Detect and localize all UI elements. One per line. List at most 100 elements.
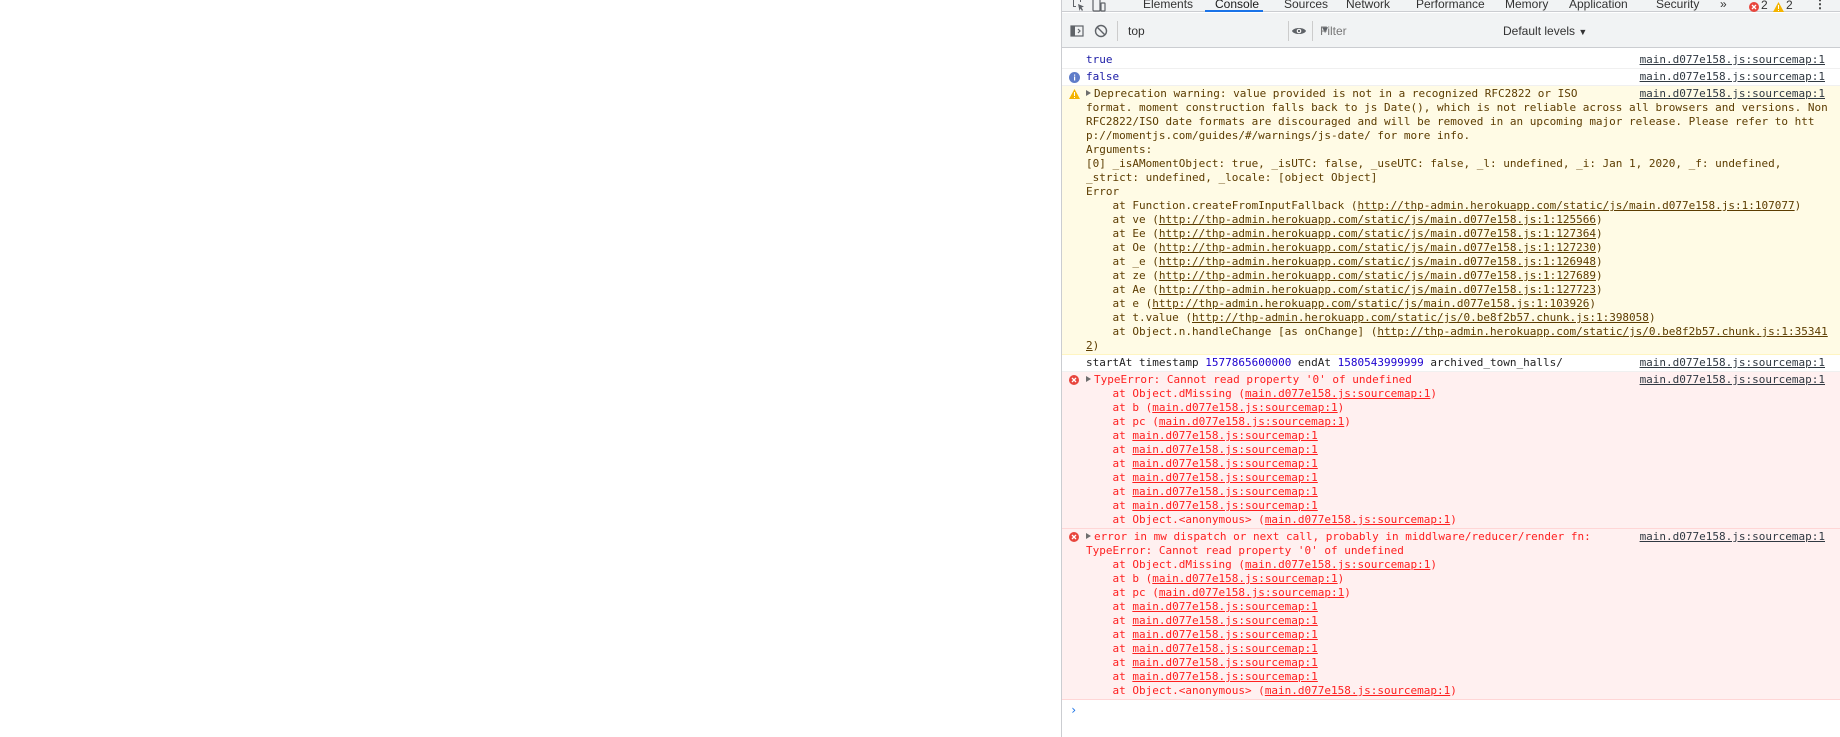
stack-frame-link[interactable]: 2 (1086, 339, 1093, 352)
filter-input[interactable] (1318, 20, 1494, 42)
stack-frame-link[interactable]: http://thp-admin.herokuapp.com/static/js… (1152, 297, 1589, 310)
stack-frame: at Object.<anonymous> (main.d077e158.js:… (1086, 684, 1819, 698)
warning-count[interactable]: 2 (1786, 0, 1793, 12)
tab-network[interactable]: Network (1346, 0, 1390, 12)
tab-memory[interactable]: Memory (1505, 0, 1548, 12)
stack-frame-link[interactable]: http://thp-admin.herokuapp.com/static/js… (1159, 241, 1596, 254)
chevron-down-icon: ▼ (1578, 27, 1588, 37)
console-message-log[interactable]: main.d077e158.js:sourcemap:1 true (1062, 52, 1840, 69)
device-toolbar-icon[interactable] (1092, 0, 1106, 12)
stack-frame-link[interactable]: main.d077e158.js:sourcemap:1 (1132, 499, 1317, 512)
stack-frame: at main.d077e158.js:sourcemap:1 (1086, 457, 1819, 471)
stack-frame-close: ) (1337, 572, 1345, 585)
stack-frame-function: at Oe ( (1086, 241, 1159, 254)
stack-frame-function: at (1086, 628, 1133, 641)
stack-frame-link[interactable]: http://thp-admin.herokuapp.com/static/js… (1159, 213, 1596, 226)
stack-frame-link[interactable]: http://thp-admin.herokuapp.com/static/js… (1192, 311, 1649, 324)
stack-frame-close: ) (1595, 269, 1603, 282)
stack-frame-link[interactable]: main.d077e158.js:sourcemap:1 (1132, 457, 1317, 470)
error-icon (1069, 532, 1079, 542)
expand-triangle-icon[interactable] (1086, 533, 1091, 539)
inspect-element-icon[interactable] (1072, 0, 1086, 11)
stack-frame-link[interactable]: main.d077e158.js:sourcemap:1 (1132, 628, 1317, 641)
stack-frame-link[interactable]: main.d077e158.js:sourcemap:1 (1152, 572, 1337, 585)
source-link[interactable]: main.d077e158.js:sourcemap:1 (1635, 373, 1825, 387)
stack-frame-link[interactable]: main.d077e158.js:sourcemap:1 (1132, 670, 1317, 683)
error-count-icon[interactable] (1749, 0, 1759, 12)
console-message-warning[interactable]: main.d077e158.js:sourcemap:1 Deprecation … (1062, 86, 1840, 355)
stack-frame-function: at Object.<anonymous> ( (1086, 513, 1265, 526)
stack-frame-link[interactable]: main.d077e158.js:sourcemap:1 (1132, 600, 1317, 613)
stack-frame: at main.d077e158.js:sourcemap:1 (1086, 429, 1819, 443)
source-link[interactable]: main.d077e158.js:sourcemap:1 (1636, 70, 1825, 84)
source-link[interactable]: main.d077e158.js:sourcemap:1 (1636, 356, 1825, 370)
console-message-log[interactable]: main.d077e158.js:sourcemap:1 startAt time… (1062, 355, 1840, 372)
tab-sources[interactable]: Sources (1284, 0, 1328, 12)
stack-frame: at t.value (http://thp-admin.herokuapp.c… (1086, 311, 1819, 325)
filter-field[interactable] (1317, 19, 1495, 43)
live-expression-eye-icon[interactable] (1291, 24, 1307, 41)
more-options-button[interactable]: ⋮ (1814, 0, 1826, 12)
stack-frame-link[interactable]: main.d077e158.js:sourcemap:1 (1152, 401, 1337, 414)
message-line-text: _strict: undefined, _locale: [object Obj… (1086, 171, 1378, 184)
stack-frame-link[interactable]: main.d077e158.js:sourcemap:1 (1159, 415, 1344, 428)
stack-frame-link[interactable]: http://thp-admin.herokuapp.com/static/js… (1358, 199, 1795, 212)
stack-frame-close: ) (1344, 586, 1351, 599)
stack-frame-function: at pc ( (1086, 586, 1159, 599)
stack-frame-link[interactable]: http://thp-admin.herokuapp.com/static/js… (1159, 283, 1596, 296)
log-levels-label: Default levels (1503, 24, 1576, 38)
error-count[interactable]: 2 (1761, 0, 1768, 12)
stack-frame: at _e (http://thp-admin.herokuapp.com/st… (1086, 255, 1819, 269)
stack-frame-link[interactable]: main.d077e158.js:sourcemap:1 (1132, 429, 1317, 442)
tab-performance[interactable]: Performance (1416, 0, 1485, 12)
sidebar-toggle-icon[interactable] (1070, 24, 1084, 41)
console-messages[interactable]: main.d077e158.js:sourcemap:1 true main.d07… (1062, 48, 1840, 737)
stack-frame-link[interactable]: main.d077e158.js:sourcemap:1 (1265, 513, 1450, 526)
expand-triangle-icon[interactable] (1086, 90, 1091, 96)
log-levels-dropdown[interactable]: Default levels ▼ (1503, 21, 1587, 41)
stack-frame: at pc (main.d077e158.js:sourcemap:1) (1086, 415, 1819, 429)
message-line-text: Arguments: (1086, 143, 1153, 156)
stack-frame-function: at b ( (1086, 572, 1153, 585)
console-message-info[interactable]: main.d077e158.js:sourcemap:1 false (1062, 69, 1840, 86)
stack-frame-link[interactable]: http://thp-admin.herokuapp.com/static/js… (1159, 269, 1596, 282)
stack-frame: at e (http://thp-admin.herokuapp.com/sta… (1086, 297, 1819, 311)
stack-frame-link[interactable]: main.d077e158.js:sourcemap:1 (1265, 684, 1450, 697)
console-message-error[interactable]: main.d077e158.js:sourcemap:1 TypeError: C… (1062, 372, 1840, 529)
context-selector-value: top (1128, 24, 1145, 38)
tab-security[interactable]: Security (1656, 0, 1699, 12)
expand-triangle-icon[interactable] (1086, 376, 1091, 382)
stack-frame-link[interactable]: main.d077e158.js:sourcemap:1 (1132, 642, 1317, 655)
console-prompt[interactable]: › (1062, 700, 1840, 722)
stack-frame-link[interactable]: http://thp-admin.herokuapp.com/static/js… (1377, 325, 1827, 338)
stack-frame-link[interactable]: main.d077e158.js:sourcemap:1 (1159, 586, 1344, 599)
stack-frame-function: at (1086, 642, 1133, 655)
stack-frame-link[interactable]: main.d077e158.js:sourcemap:1 (1132, 614, 1317, 627)
source-link[interactable]: main.d077e158.js:sourcemap:1 (1635, 87, 1825, 101)
stack-frame: at Object.n.handleChange [as onChange] (… (1086, 325, 1827, 339)
stack-frame-link[interactable]: http://thp-admin.herokuapp.com/static/js… (1159, 227, 1596, 240)
stack-frame-link[interactable]: http://thp-admin.herokuapp.com/static/js… (1159, 255, 1596, 268)
stack-frame: at main.d077e158.js:sourcemap:1 (1086, 485, 1819, 499)
stack-frame-link[interactable]: main.d077e158.js:sourcemap:1 (1132, 485, 1317, 498)
stack-frame-link[interactable]: main.d077e158.js:sourcemap:1 (1132, 656, 1317, 669)
stack-frame-link[interactable]: main.d077e158.js:sourcemap:1 (1132, 443, 1317, 456)
clear-console-icon[interactable] (1094, 24, 1108, 41)
stack-frame-link[interactable]: main.d077e158.js:sourcemap:1 (1132, 471, 1317, 484)
tab-elements[interactable]: Elements (1143, 0, 1193, 12)
message-line-text: p://momentjs.com/guides/#/warnings/js-da… (1086, 129, 1471, 142)
more-tabs-button[interactable]: » (1720, 0, 1727, 12)
source-link[interactable]: main.d077e158.js:sourcemap:1 (1636, 53, 1825, 67)
stack-frame: at main.d077e158.js:sourcemap:1 (1086, 670, 1819, 684)
stack-frame: 2) (1086, 339, 1819, 353)
stack-frame-close: ) (1589, 297, 1596, 310)
tab-application[interactable]: Application (1569, 0, 1628, 12)
source-link[interactable]: main.d077e158.js:sourcemap:1 (1635, 530, 1825, 544)
stack-frame: at Object.dMissing (main.d077e158.js:sou… (1086, 558, 1819, 572)
number-value: 1580543999999 (1337, 356, 1424, 369)
stack-frame-link[interactable]: main.d077e158.js:sourcemap:1 (1245, 558, 1430, 571)
warning-count-icon[interactable] (1773, 0, 1784, 12)
console-message-error[interactable]: main.d077e158.js:sourcemap:1 error in mw … (1062, 529, 1840, 700)
stack-frame-function: at (1086, 471, 1133, 484)
stack-frame-link[interactable]: main.d077e158.js:sourcemap:1 (1245, 387, 1430, 400)
